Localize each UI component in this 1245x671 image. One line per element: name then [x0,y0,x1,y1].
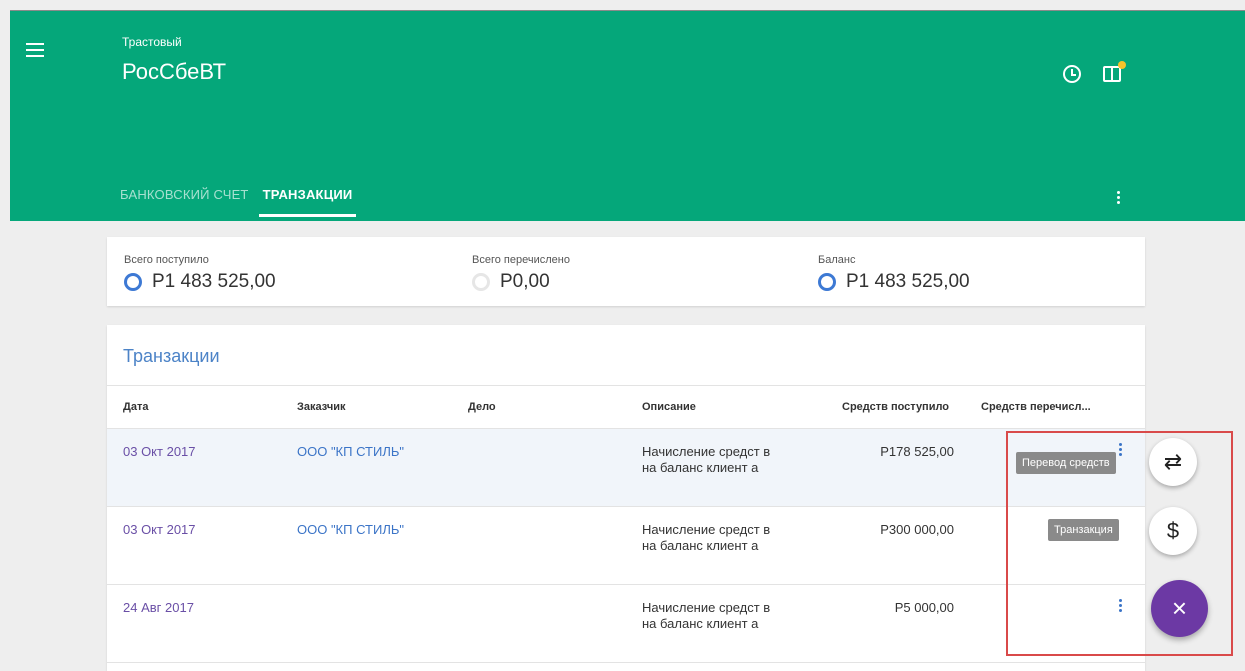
tab-bar: БАНКОВСКИЙ СЧЕТ ТРАНЗАКЦИИ [120,187,366,217]
transfer-icon: ⇄ [1163,449,1183,474]
transaction-tooltip: Транзакция [1048,519,1119,541]
table-row[interactable]: 03 Окт 2017 ООО "КП СТИЛЬ" Начисление ср… [107,507,1145,585]
balance-value: P1 483 525,00 [846,271,970,292]
account-type: Трастовый [122,35,182,49]
row-date: 03 Окт 2017 [123,522,196,537]
fab-close-button[interactable]: × [1151,580,1208,637]
total-received-value: P1 483 525,00 [152,271,276,292]
row-date: 24 Авг 2017 [123,600,194,615]
col-case[interactable]: Дело [468,401,496,413]
transfer-tooltip: Перевод средств [1016,452,1116,474]
menu-icon[interactable] [26,43,44,61]
row-description: Начисление средст в на баланс клиент а [642,444,771,475]
table-row[interactable]: 03 Окт 2017 ООО "КП СТИЛЬ" Начисление ср… [107,429,1145,507]
col-customer[interactable]: Заказчик [297,401,345,413]
row-received: P5 000,00 [894,600,954,615]
sent-ring-icon [472,273,490,291]
close-icon: × [1171,593,1188,623]
total-sent-label: Всего перечислено [472,254,570,266]
notification-badge [1118,61,1126,69]
table-row[interactable]: 24 Авг 2017 Начисление средст в на балан… [107,585,1145,663]
row-received: P300 000,00 [880,522,954,537]
tab-bank-account[interactable]: БАНКОВСКИЙ СЧЕТ [120,187,253,217]
transactions-title: Транзакции [123,346,220,366]
total-sent-value: P0,00 [500,271,550,292]
row-received: P178 525,00 [880,444,954,459]
row-customer[interactable]: ООО "КП СТИЛЬ" [297,522,404,537]
transfer-button[interactable]: ⇄ [1149,438,1197,486]
col-received[interactable]: Средств поступило [842,401,949,413]
table-header: Дата Заказчик Дело Описание Средств пост… [107,385,1145,429]
row-date: 03 Окт 2017 [123,444,196,459]
dollar-icon: $ [1166,518,1180,543]
account-name: РосСбеВТ [122,59,227,84]
app-header: Трастовый РосСбеВТ БАНКОВСКИЙ СЧЕТ ТРАНЗ… [10,10,1245,221]
col-date[interactable]: Дата [123,401,148,413]
total-sent: Всего перечислено P0,00 [472,254,570,293]
total-received-label: Всего поступило [124,254,209,266]
more-vert-icon[interactable] [1117,191,1121,206]
row-description: Начисление средст в на баланс клиент а [642,522,771,553]
tab-transactions[interactable]: ТРАНЗАКЦИИ [258,187,357,217]
summary-card: Всего поступило P1 483 525,00 Всего пере… [107,237,1145,306]
transaction-button[interactable]: $ [1149,507,1197,555]
row-description: Начисление средст в на баланс клиент а [642,600,771,631]
col-sent[interactable]: Средств перечисл... [981,401,1091,413]
received-ring-icon [124,273,142,291]
balance-label: Баланс [818,254,856,266]
history-icon[interactable] [1063,65,1081,83]
transactions-card: Транзакции Дата Заказчик Дело Описание С… [107,325,1145,671]
row-customer[interactable]: ООО "КП СТИЛЬ" [297,444,404,459]
col-description[interactable]: Описание [642,401,696,413]
balance: Баланс P1 483 525,00 [818,254,970,293]
panel-icon[interactable] [1103,66,1121,82]
total-received: Всего поступило P1 483 525,00 [124,254,276,293]
balance-ring-icon [818,273,836,291]
